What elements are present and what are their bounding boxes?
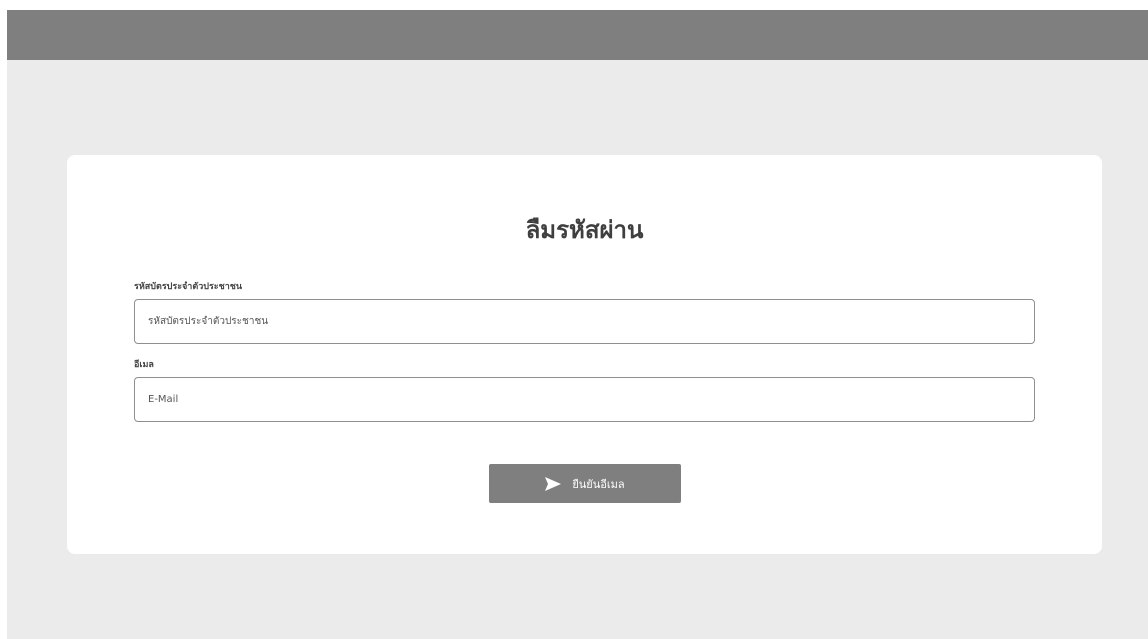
national-id-label: รหัสบัตรประจำตัวประชาชน xyxy=(134,282,243,292)
confirm-email-label: ยืนยันอีเมล xyxy=(572,477,625,491)
page-title: ลืมรหัสผ่าน xyxy=(525,216,644,244)
page-frame: ลืมรหัสผ่าน รหัสบัตรประจำตัวประชาชน อีเม… xyxy=(7,10,1148,639)
email-input[interactable] xyxy=(134,377,1035,422)
email-label: อีเมล xyxy=(134,360,154,370)
confirm-email-button[interactable]: ยืนยันอีเมล xyxy=(489,464,681,503)
top-bar xyxy=(7,10,1148,60)
national-id-input[interactable] xyxy=(134,299,1035,344)
send-icon xyxy=(545,476,562,491)
forgot-password-card: ลืมรหัสผ่าน รหัสบัตรประจำตัวประชาชน อีเม… xyxy=(67,155,1102,554)
